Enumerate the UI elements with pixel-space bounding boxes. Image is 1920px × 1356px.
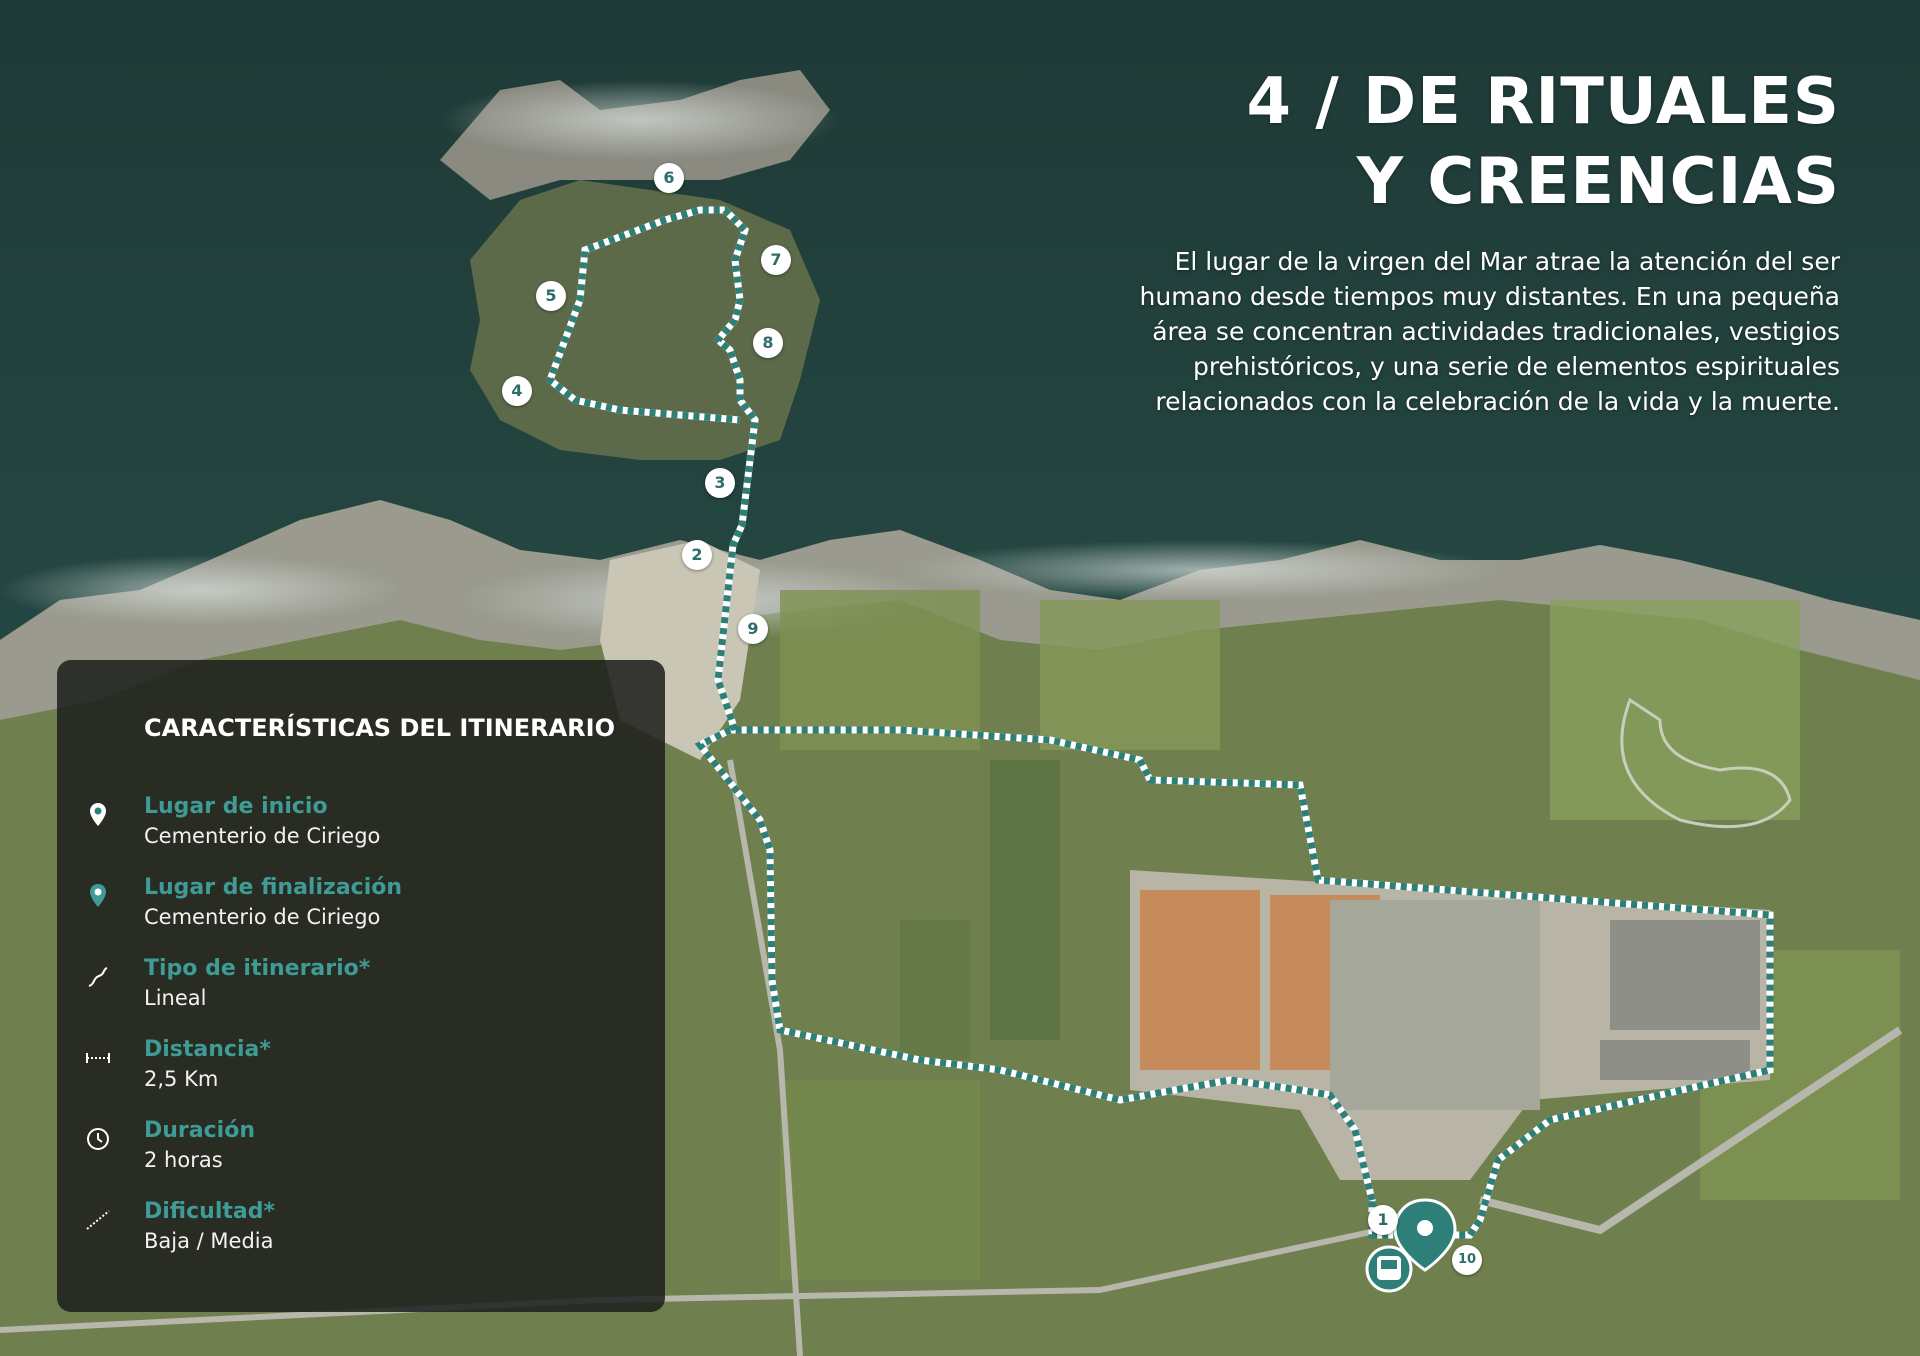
feature-duration: Duración 2 horas bbox=[57, 1118, 657, 1188]
feature-distance: Distancia* 2,5 Km bbox=[57, 1037, 657, 1107]
feature-label: Tipo de itinerario* bbox=[144, 956, 371, 981]
island-area bbox=[470, 180, 820, 460]
location-pin-outline-icon bbox=[90, 884, 106, 907]
stop-marker[interactable]: 6 bbox=[654, 163, 684, 193]
itinerary-panel: CARACTERÍSTICAS DEL ITINERARIO Lugar de … bbox=[57, 660, 665, 1312]
stop-marker[interactable]: 3 bbox=[705, 468, 735, 498]
feature-difficulty: Dificultad* Baja / Media bbox=[57, 1199, 657, 1269]
stop-marker[interactable]: 9 bbox=[738, 614, 768, 644]
field bbox=[1550, 600, 1800, 820]
field bbox=[1040, 600, 1220, 750]
feature-label: Lugar de inicio bbox=[144, 794, 328, 819]
feature-value: Lineal bbox=[144, 986, 207, 1010]
stop-marker[interactable]: 7 bbox=[761, 245, 791, 275]
distance-ruler-icon bbox=[86, 1053, 110, 1063]
route-type-icon bbox=[88, 967, 108, 987]
panel-title: CARACTERÍSTICAS DEL ITINERARIO bbox=[144, 714, 615, 742]
stop-marker[interactable]: 5 bbox=[536, 281, 566, 311]
stop-marker[interactable]: 1 bbox=[1368, 1205, 1398, 1235]
title-line-2: Y CREENCIAS bbox=[1356, 145, 1840, 219]
clock-icon bbox=[87, 1128, 109, 1150]
stop-marker[interactable]: 4 bbox=[502, 376, 532, 406]
feature-label: Distancia* bbox=[144, 1037, 271, 1062]
difficulty-slope-icon bbox=[86, 1210, 110, 1230]
route-description: El lugar de la virgen del Mar atrae la a… bbox=[1139, 247, 1840, 416]
feature-end-location: Lugar de finalización Cementerio de Ciri… bbox=[57, 875, 657, 945]
field bbox=[780, 1080, 980, 1280]
bus-icon bbox=[1365, 1245, 1413, 1293]
feature-value: Cementerio de Ciriego bbox=[144, 905, 381, 929]
location-pin-icon bbox=[90, 803, 106, 826]
feature-value: Baja / Media bbox=[144, 1229, 274, 1253]
feature-label: Dificultad* bbox=[144, 1199, 275, 1224]
feature-start-location: Lugar de inicio Cementerio de Ciriego bbox=[57, 794, 657, 864]
feature-value: 2 horas bbox=[144, 1148, 223, 1172]
feature-route-type: Tipo de itinerario* Lineal bbox=[57, 956, 657, 1026]
stop-marker[interactable]: 10 bbox=[1452, 1245, 1482, 1275]
title-line-1: 4 / DE RITUALES bbox=[1246, 65, 1840, 139]
stop-marker[interactable]: 8 bbox=[753, 328, 783, 358]
field bbox=[780, 590, 980, 750]
orchard bbox=[990, 760, 1060, 1040]
feature-label: Lugar de finalización bbox=[144, 875, 403, 900]
stop-marker[interactable]: 2 bbox=[682, 540, 712, 570]
page-title: 4 / DE RITUALES Y CREENCIAS bbox=[1247, 62, 1840, 222]
feature-value: 2,5 Km bbox=[144, 1067, 219, 1091]
feature-label: Duración bbox=[144, 1118, 255, 1143]
feature-value: Cementerio de Ciriego bbox=[144, 824, 381, 848]
orchard bbox=[900, 920, 970, 1060]
